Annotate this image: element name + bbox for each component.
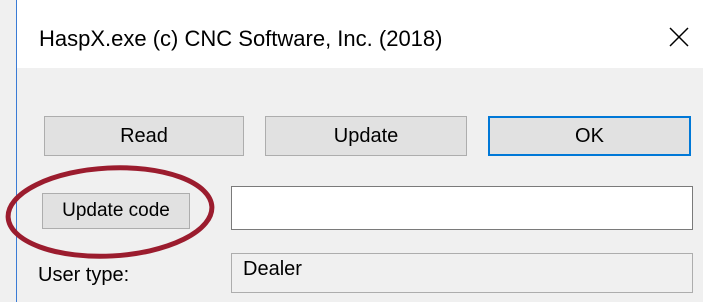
update-code-button-label: Update code [62, 200, 170, 221]
haspx-dialog: HaspX.exe (c) CNC Software, Inc. (2018) … [0, 0, 703, 302]
update-button[interactable]: Update [265, 116, 467, 156]
dialog-body: Read Update OK Update code User type: De… [17, 68, 703, 302]
read-button-label: Read [120, 125, 168, 147]
update-code-button[interactable]: Update code [42, 193, 190, 229]
close-button[interactable] [657, 14, 703, 60]
ok-button-label: OK [575, 125, 604, 147]
user-type-field: Dealer [231, 253, 693, 293]
title-bar: HaspX.exe (c) CNC Software, Inc. (2018) [17, 0, 703, 68]
read-button[interactable]: Read [44, 116, 244, 156]
user-type-label: User type: [38, 264, 130, 286]
ok-button[interactable]: OK [488, 116, 691, 156]
update-code-input[interactable] [231, 186, 693, 230]
close-icon [669, 27, 689, 47]
window-title: HaspX.exe (c) CNC Software, Inc. (2018) [39, 26, 443, 51]
update-button-label: Update [333, 125, 399, 147]
